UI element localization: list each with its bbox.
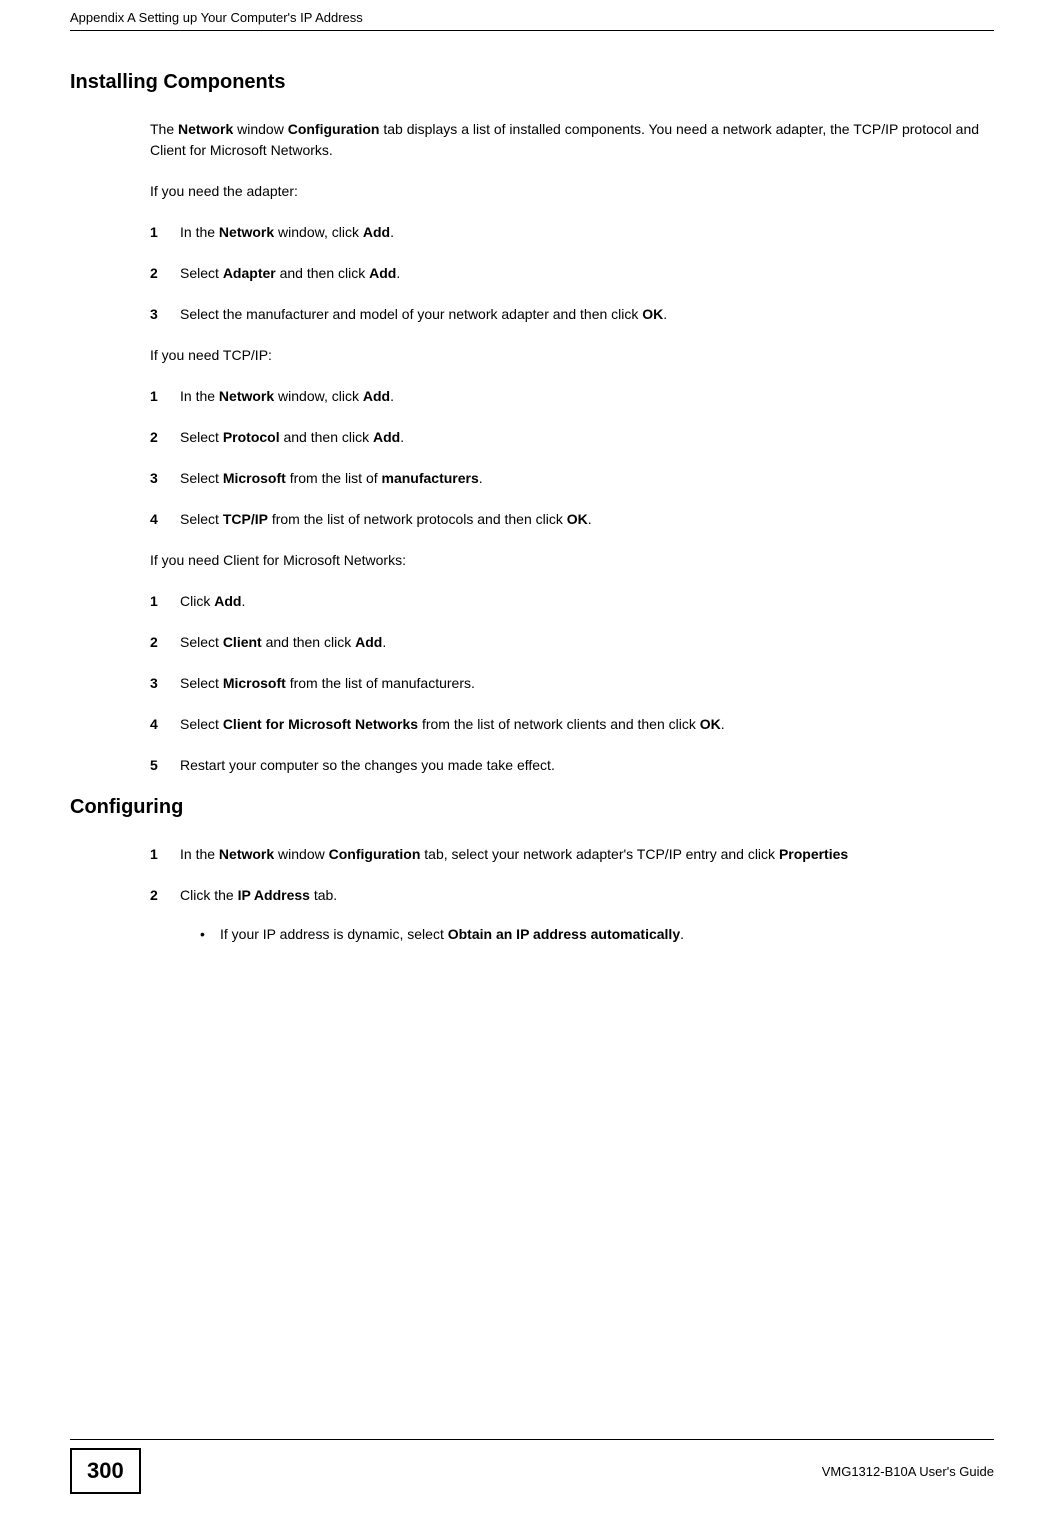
client-step-3: 3 Select Microsoft from the list of manu… bbox=[150, 673, 994, 694]
tcpip-step-2: 2 Select Protocol and then click Add. bbox=[150, 427, 994, 448]
step-number: 3 bbox=[150, 304, 180, 325]
if-tcpip-text: If you need TCP/IP: bbox=[150, 345, 994, 366]
step-content: Select Microsoft from the list of manufa… bbox=[180, 468, 994, 489]
bullet-icon: • bbox=[200, 926, 220, 942]
step-content: Select Adapter and then click Add. bbox=[180, 263, 994, 284]
header-appendix-title: Appendix A Setting up Your Computer's IP… bbox=[70, 10, 363, 25]
configuring-heading: Configuring bbox=[70, 796, 994, 819]
step-content: In the Network window Configuration tab,… bbox=[180, 844, 994, 865]
step-content: Select Protocol and then click Add. bbox=[180, 427, 994, 448]
step-content: Select the manufacturer and model of you… bbox=[180, 304, 994, 325]
adapter-step-2: 2 Select Adapter and then click Add. bbox=[150, 263, 994, 284]
page-number: 300 bbox=[70, 1448, 141, 1494]
guide-title: VMG1312-B10A User's Guide bbox=[822, 1464, 994, 1479]
page-content: Installing Components The Network window… bbox=[0, 1, 1064, 942]
step-content: Select Client and then click Add. bbox=[180, 632, 994, 653]
configuring-sub-item: • If your IP address is dynamic, select … bbox=[200, 926, 994, 942]
installing-heading: Installing Components bbox=[70, 71, 994, 94]
tcpip-step-3: 3 Select Microsoft from the list of manu… bbox=[150, 468, 994, 489]
tcpip-step-4: 4 Select TCP/IP from the list of network… bbox=[150, 509, 994, 530]
if-adapter-text: If you need the adapter: bbox=[150, 181, 994, 202]
adapter-step-3: 3 Select the manufacturer and model of y… bbox=[150, 304, 994, 325]
step-number: 1 bbox=[150, 222, 180, 243]
step-number: 2 bbox=[150, 885, 180, 906]
step-content: Select Microsoft from the list of manufa… bbox=[180, 673, 994, 694]
configuring-step-1: 1 In the Network window Configuration ta… bbox=[150, 844, 994, 865]
step-content: Restart your computer so the changes you… bbox=[180, 755, 994, 776]
step-number: 3 bbox=[150, 468, 180, 489]
client-step-1: 1 Click Add. bbox=[150, 591, 994, 612]
step-content: In the Network window, click Add. bbox=[180, 386, 994, 407]
client-step-5: 5 Restart your computer so the changes y… bbox=[150, 755, 994, 776]
step-number: 4 bbox=[150, 714, 180, 735]
sub-content: If your IP address is dynamic, select Ob… bbox=[220, 926, 684, 942]
installing-intro: The Network window Configuration tab dis… bbox=[150, 119, 994, 161]
step-number: 4 bbox=[150, 509, 180, 530]
step-content: Click the IP Address tab. bbox=[180, 885, 994, 906]
configuring-step-2: 2 Click the IP Address tab. bbox=[150, 885, 994, 906]
step-number: 2 bbox=[150, 263, 180, 284]
step-number: 1 bbox=[150, 844, 180, 865]
client-step-4: 4 Select Client for Microsoft Networks f… bbox=[150, 714, 994, 735]
step-content: Select Client for Microsoft Networks fro… bbox=[180, 714, 994, 735]
header-divider bbox=[70, 30, 994, 31]
client-step-2: 2 Select Client and then click Add. bbox=[150, 632, 994, 653]
step-number: 1 bbox=[150, 591, 180, 612]
step-content: Click Add. bbox=[180, 591, 994, 612]
if-client-text: If you need Client for Microsoft Network… bbox=[150, 550, 994, 571]
step-content: Select TCP/IP from the list of network p… bbox=[180, 509, 994, 530]
tcpip-step-1: 1 In the Network window, click Add. bbox=[150, 386, 994, 407]
step-number: 3 bbox=[150, 673, 180, 694]
step-number: 1 bbox=[150, 386, 180, 407]
step-number: 2 bbox=[150, 632, 180, 653]
step-number: 5 bbox=[150, 755, 180, 776]
step-number: 2 bbox=[150, 427, 180, 448]
page-footer: 300 VMG1312-B10A User's Guide bbox=[0, 1439, 1064, 1494]
adapter-step-1: 1 In the Network window, click Add. bbox=[150, 222, 994, 243]
footer-divider bbox=[70, 1439, 994, 1440]
step-content: In the Network window, click Add. bbox=[180, 222, 994, 243]
